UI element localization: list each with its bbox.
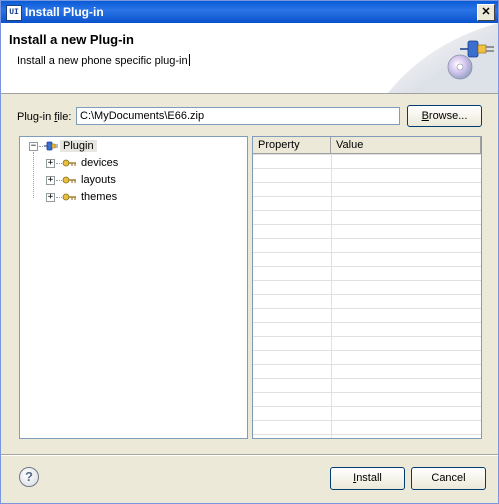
column-header-value[interactable]: Value bbox=[331, 137, 481, 153]
properties-table[interactable]: Property Value bbox=[252, 136, 482, 439]
plugin-tree[interactable]: − Plugin + devices + layouts + themes bbox=[19, 136, 248, 439]
title-bar[interactable]: UI Install Plug-in ✕ bbox=[1, 1, 498, 23]
tree-item-layouts[interactable]: layouts bbox=[81, 172, 116, 188]
text-cursor bbox=[188, 54, 190, 66]
collapse-toggle[interactable]: − bbox=[29, 142, 38, 151]
properties-header: Property Value bbox=[253, 137, 481, 154]
properties-grid bbox=[253, 154, 481, 438]
tree-item-devices[interactable]: devices bbox=[81, 155, 118, 171]
plugin-file-label: Plug-in file: bbox=[17, 111, 72, 123]
connector-plug-icon bbox=[62, 193, 76, 201]
column-header-property[interactable]: Property bbox=[253, 137, 331, 153]
browse-button[interactable]: Browse... bbox=[407, 105, 482, 127]
expand-toggle-layouts[interactable]: + bbox=[46, 176, 55, 185]
plugin-root-icon bbox=[44, 141, 58, 151]
banner-description: Install a new phone specific plug-in bbox=[17, 54, 190, 67]
tree-item-themes[interactable]: themes bbox=[81, 189, 117, 205]
connector-plug-icon bbox=[62, 176, 76, 184]
cancel-button[interactable]: Cancel bbox=[411, 467, 486, 490]
tree-connector bbox=[33, 152, 34, 198]
banner-heading: Install a new Plug-in bbox=[9, 32, 134, 47]
properties-column-divider bbox=[331, 154, 332, 438]
tree-item-plugin[interactable]: Plugin bbox=[60, 138, 97, 154]
expand-toggle-themes[interactable]: + bbox=[46, 193, 55, 202]
help-icon[interactable]: ? bbox=[19, 467, 39, 487]
app-icon: UI bbox=[6, 5, 22, 21]
footer-separator bbox=[1, 454, 498, 456]
install-button[interactable]: Install bbox=[330, 467, 405, 490]
window-title: Install Plug-in bbox=[25, 5, 104, 19]
wizard-banner: Install a new Plug-in Install a new phon… bbox=[1, 23, 498, 94]
plugin-file-input[interactable]: C:\MyDocuments\E66.zip bbox=[76, 107, 400, 125]
plugin-banner-icon bbox=[388, 23, 498, 93]
install-plugin-dialog: UI Install Plug-in ✕ Install a new Plug-… bbox=[0, 0, 499, 504]
close-button[interactable]: ✕ bbox=[477, 4, 495, 21]
connector-plug-icon bbox=[62, 159, 76, 167]
expand-toggle-devices[interactable]: + bbox=[46, 159, 55, 168]
